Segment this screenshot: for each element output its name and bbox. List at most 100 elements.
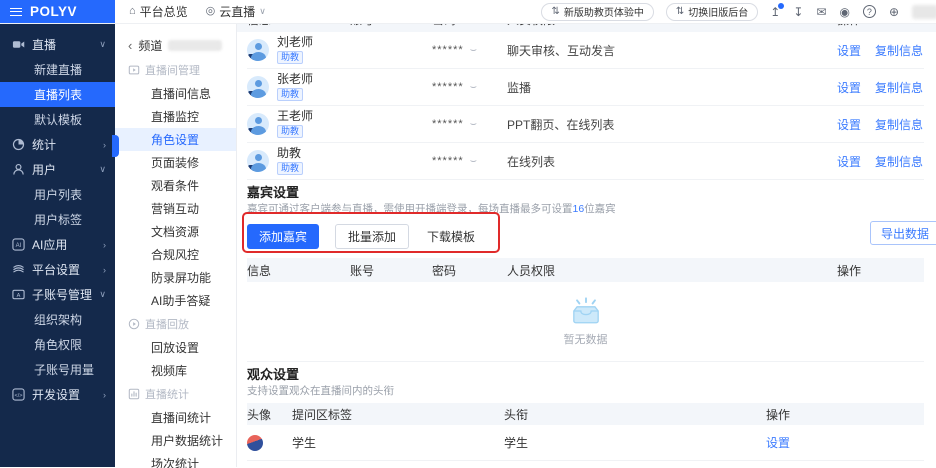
subnav-playback-settings[interactable]: 回放设置 [115,336,236,359]
settings-link[interactable]: 设置 [837,116,861,133]
teacher-avatar [247,76,269,98]
subnav-video-library[interactable]: 视频库 [115,359,236,382]
eye-closed-icon[interactable]: ⌣ [470,81,477,94]
download-template-button[interactable]: 下载模板 [425,224,477,249]
subnav-room-info[interactable]: 直播间信息 [115,82,236,105]
sidebar-item-new-live[interactable]: 新建直播 [0,57,115,82]
member-name: 刘老师 [277,36,313,49]
subnav-role-settings[interactable]: 角色设置 [115,128,236,151]
subnav-page-decor[interactable]: 页面装修 [115,151,236,174]
help-icon[interactable]: ? [863,5,876,18]
download-icon[interactable]: ↧ [793,6,803,18]
sidebar-item-user-list[interactable]: 用户列表 [0,182,115,207]
subnav-watch-conditions[interactable]: 观看条件 [115,174,236,197]
subnav-compliance[interactable]: 合规风控 [115,243,236,266]
copy-info-link[interactable]: 复制信息 [875,79,923,96]
eye-closed-icon[interactable]: ⌣ [470,118,477,131]
role-badge: 助教 [277,125,303,138]
batch-add-button[interactable]: 批量添加 [335,224,409,249]
upload-icon[interactable]: ↥ [770,6,780,18]
copy-info-link[interactable]: 复制信息 [875,153,923,170]
sidebar-item-live[interactable]: 直播 ∨ [0,32,115,57]
copy-info-link[interactable]: 复制信息 [875,42,923,59]
topbar-main: ⌂ 平台总览 ◎ 云直播 ∨ ⇅ 新版助教页体验中 ⇅ 切换旧版后台 ↥ [115,0,936,23]
group-live-stats-label: 直播统计 [145,386,189,402]
globe-icon[interactable]: ⊕ [889,6,899,18]
empty-state-text: 暂无数据 [564,331,608,347]
subnav-live-monitor[interactable]: 直播监控 [115,105,236,128]
role-badge: 助教 [277,162,303,175]
user-icon [12,163,25,176]
export-data-button[interactable]: 导出数据 [870,221,936,245]
copy-info-link[interactable]: 复制信息 [875,116,923,133]
permissions-text: PPT翻页、在线列表 [507,116,837,133]
table-row: 助教 助教 ******⌣ 在线列表 设置 复制信息 [247,143,924,180]
group-playback: 直播回放 [115,312,236,336]
cloud-live-icon: ◎ [206,6,216,17]
new-help-page-pill[interactable]: ⇅ 新版助教页体验中 [541,3,653,21]
sidebar-collapse-handle[interactable] [112,135,119,157]
swap-icon: ⇅ [551,7,559,17]
sidebar: 直播 ∨ 新建直播 直播列表 默认模板 统计 › 用户 ∨ 用户列表 用户标签 … [0,24,115,467]
sidebar-item-subaccount[interactable]: A 子账号管理 ∨ [0,282,115,307]
table-row: 学生 学生 设置 [247,425,924,461]
account-avatar[interactable] [912,5,936,19]
mail-icon[interactable]: ✉ [816,6,826,18]
subnav-anti-record[interactable]: 防录屏功能 [115,266,236,289]
svg-text:</>: </> [14,393,22,399]
subnav-doc-resources[interactable]: 文档资源 [115,220,236,243]
sidebar-item-stats[interactable]: 统计 › [0,132,115,157]
subnav-user-data-stats[interactable]: 用户数据统计 [115,429,236,452]
body: 直播 ∨ 新建直播 直播列表 默认模板 统计 › 用户 ∨ 用户列表 用户标签 … [0,24,936,467]
subnav-room-stats[interactable]: 直播间统计 [115,406,236,429]
sidebar-item-dev[interactable]: </> 开发设置 › [0,382,115,407]
teacher-avatar [247,113,269,135]
switch-old-console-pill[interactable]: ⇅ 切换旧版后台 [666,3,758,21]
sidebar-item-stats-label: 统计 [32,136,56,153]
sidebar-item-platform-label: 平台设置 [32,261,80,278]
nav-cloud-live[interactable]: ◎ 云直播 ∨ [206,3,266,20]
sidebar-item-ai[interactable]: AI AI应用 › [0,232,115,257]
teacher-avatar [247,150,269,172]
permissions-text: 监播 [507,79,837,96]
sidebar-item-default-template[interactable]: 默认模板 [0,107,115,132]
nav-platform-overview[interactable]: ⌂ 平台总览 [129,3,188,20]
sidebar-item-sub-usage[interactable]: 子账号用量 [0,357,115,382]
settings-link[interactable]: 设置 [837,42,861,59]
role-badge: 助教 [277,88,303,101]
chevron-right-icon: › [103,265,106,275]
menu-toggle-icon[interactable] [10,8,22,16]
eye-closed-icon[interactable]: ⌣ [470,44,477,57]
sidebar-item-org[interactable]: 组织架构 [0,307,115,332]
subnav-ai-assistant[interactable]: AI助手答疑 [115,289,236,312]
sidebar-item-users-label: 用户 [32,161,56,178]
password-masked: ****** [432,155,464,167]
sidebar-item-user-tags[interactable]: 用户标签 [0,207,115,232]
col-permissions: 人员权限 [507,262,837,279]
back-to-channel[interactable]: ‹ 频道 [115,32,236,58]
chevron-down-icon: ∨ [259,6,266,17]
assistant-cap-icon [248,165,256,171]
sidebar-item-platform[interactable]: 平台设置 › [0,257,115,282]
nav-platform-overview-label: 平台总览 [140,3,188,20]
settings-link[interactable]: 设置 [837,79,861,96]
add-guest-button[interactable]: 添加嘉宾 [247,224,319,249]
chevron-down-icon: ∨ [99,289,106,300]
teacher-avatar [247,39,269,61]
sidebar-item-users[interactable]: 用户 ∨ [0,157,115,182]
topbar: POLYV ⌂ 平台总览 ◎ 云直播 ∨ ⇅ 新版助教页体验中 ⇅ 切换旧版后台 [0,0,936,24]
settings-link[interactable]: 设置 [766,434,924,451]
col-password: 密码 [432,262,507,279]
settings-link[interactable]: 设置 [837,153,861,170]
room-manage-icon [128,64,140,76]
subnav-marketing[interactable]: 营销互动 [115,197,236,220]
nav-cloud-live-label: 云直播 [219,3,255,20]
eye-closed-icon[interactable]: ⌣ [470,155,477,168]
sidebar-item-live-list[interactable]: 直播列表 [0,82,115,107]
camera-icon [12,38,25,51]
password-masked: ****** [432,118,464,130]
sidebar-item-role-perm[interactable]: 角色权限 [0,332,115,357]
record-icon[interactable]: ◉ [839,6,849,18]
group-room-manage: 直播间管理 [115,58,236,82]
subnav-session-stats[interactable]: 场次统计 [115,452,236,468]
